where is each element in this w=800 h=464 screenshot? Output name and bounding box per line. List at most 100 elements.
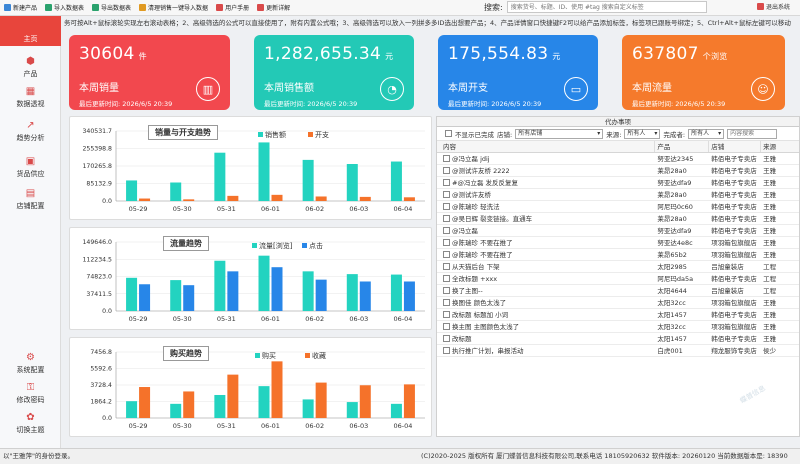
table-row[interactable]: @陈瑞珍 不要在推了 努亚达4e8c 项羽箱包旗舰店 王雅 (437, 237, 799, 249)
row-product: 阿尼玛0c60 (657, 203, 693, 211)
row-checkbox[interactable] (443, 275, 450, 282)
sidebar-item-products[interactable]: ⬢ 产品 (0, 56, 61, 79)
toolbar-button-0[interactable]: 新建产品 (0, 1, 41, 15)
sidebar-item-change-password[interactable]: ⚿ 修改密码 (0, 382, 61, 405)
todo-search-input[interactable] (727, 128, 778, 139)
toolbar-button-1[interactable]: 导入数据表 (41, 1, 88, 15)
toolbar-button-3[interactable]: 清理销售一键导入数据 (135, 1, 212, 15)
table-row[interactable]: #@冯立磊 发反反复复 努亚达dfa9 韩佰电子专卖店 王雅 (437, 177, 799, 189)
logout-button[interactable]: 退出系统 (757, 2, 790, 11)
row-shop: 项羽箱包旗舰店 (711, 323, 757, 331)
column-header-source[interactable]: 来源 (761, 141, 799, 152)
row-product: 莱昂28a0 (657, 167, 687, 175)
table-row[interactable]: 换图佳 颜色太浅了 太阳32cc 项羽箱包旗舰店 王雅 (437, 297, 799, 309)
row-checkbox[interactable] (443, 191, 450, 198)
card-chart-icon: ◔ (380, 77, 404, 101)
row-checkbox[interactable] (443, 179, 450, 186)
bar (214, 394, 226, 418)
bar (315, 279, 327, 311)
bar (227, 195, 239, 201)
x-tick-label: 06-03 (349, 205, 368, 213)
table-row[interactable]: @冯立磊 努亚达dfa9 韩佰电子专卖店 王雅 (437, 225, 799, 237)
column-header-content[interactable]: 内容 (437, 141, 656, 152)
bar (315, 382, 327, 418)
x-tick-label: 06-03 (349, 422, 368, 430)
table-row[interactable]: @测试许友桥 2222 莱昂28a0 韩佰电子专卖店 王雅 (437, 165, 799, 177)
shop-filter-select[interactable]: 所有店铺 ▾ (515, 128, 604, 139)
table-row[interactable]: @测试许友桥 莱昂28a0 韩佰电子专卖店 王雅 (437, 189, 799, 201)
sidebar-item-trends[interactable]: ↗ 趋势分析 (0, 120, 61, 143)
row-checkbox[interactable] (443, 167, 450, 174)
table-row[interactable]: @冯立磊 jdij 努亚达2345 韩佰电子专卖店 王雅 (437, 153, 799, 165)
table-row[interactable]: @陈瑞珍 不要在推了 莱昂65b2 项羽箱包旗舰店 王雅 (437, 249, 799, 261)
row-checkbox[interactable] (443, 287, 450, 294)
toolbar-button-5[interactable]: 更新详解 (253, 1, 294, 15)
legend-swatch (305, 353, 310, 358)
row-checkbox[interactable] (443, 299, 450, 306)
table-row[interactable]: @吴日辉 裂变链接。直通车 莱昂28a0 韩佰电子专卖店 王雅 (437, 213, 799, 225)
y-tick-label: 0.0 (102, 198, 112, 205)
sidebar-item-home[interactable]: ⌂主页 (0, 16, 61, 46)
x-tick-label: 06-02 (305, 205, 324, 213)
weekly-sales-card[interactable]: 30604 件本周销量 最后更新时间: 2026/6/5 20:39 ▥ (69, 35, 230, 110)
finisher-filter-select[interactable]: 所有人 ▾ (688, 128, 725, 139)
row-checkbox[interactable] (443, 347, 450, 354)
row-checkbox[interactable] (443, 263, 450, 270)
row-checkbox[interactable] (443, 311, 450, 318)
bar (359, 196, 371, 201)
row-source: 王雅 (763, 335, 777, 343)
row-content: 换主图 主图颜色太浅了 (452, 322, 520, 331)
sidebar-item-label: 修改密码 (16, 396, 45, 404)
row-checkbox[interactable] (443, 227, 450, 234)
bar (346, 274, 358, 311)
y-tick-label: 112234.5 (82, 256, 112, 263)
table-row[interactable]: 改标题 太阳1457 韩佰电子专卖店 王雅 (437, 333, 799, 345)
row-checkbox[interactable] (443, 203, 450, 210)
row-product: 太阳2985 (657, 263, 687, 271)
table-row[interactable]: 全改标题 +xxx 阿尼玛da5a 韩佰电子专卖店 工程 (437, 273, 799, 285)
row-source: 侯少 (763, 347, 777, 355)
table-row[interactable]: 换主图 主图颜色太浅了 太阳32cc 项羽箱包旗舰店 王雅 (437, 321, 799, 333)
x-tick-label: 06-02 (305, 422, 324, 430)
row-content: @冯立磊 (452, 226, 478, 235)
table-row[interactable]: @陈瑞珍 轻洗法 阿尼玛0c60 韩佰电子专卖店 王雅 (437, 201, 799, 213)
source-filter-select[interactable]: 所有人 ▾ (624, 128, 661, 139)
sidebar-item-system-config[interactable]: ⚙ 系统配置 (0, 352, 61, 375)
sidebar-item-shop-config[interactable]: ▤ 店铺配置 (0, 188, 61, 211)
row-shop: 韩佰电子专卖店 (711, 311, 757, 319)
weekly-traffic-card[interactable]: 637807 个浏览 本周流量 最后更新时间: 2026/6/5 20:39 ☺ (622, 35, 785, 110)
row-checkbox[interactable] (443, 155, 450, 162)
table-row[interactable]: 执行推广计划，串报活动 白虎001 翔龙服饰专卖店 侯少 (437, 345, 799, 357)
y-tick-label: 37411.5 (86, 291, 112, 298)
row-checkbox[interactable] (443, 335, 450, 342)
sidebar-item-switch-theme[interactable]: ✿ 切换主题 (0, 412, 61, 435)
row-checkbox[interactable] (443, 239, 450, 246)
bar (359, 385, 371, 418)
row-checkbox[interactable] (443, 251, 450, 258)
row-checkbox[interactable] (443, 215, 450, 222)
sidebar-item-supply[interactable]: ▣ 货品供应 (0, 156, 61, 179)
pivot-icon: ▦ (25, 86, 36, 97)
card-value: 1,282,655.34 元 (264, 44, 394, 64)
row-shop: 韩佰电子专卖店 (711, 335, 757, 343)
sidebar-item-pivot[interactable]: ▦ 数据透视 (0, 86, 61, 109)
sidebar: ⌂主页 ⬢ 产品 ▦ 数据透视 ↗ 趋势分析 ▣ 货品供应 ▤ 店铺配置 ⚙ 系统配置 ⚿ 修改密码 ✿ 切换主… (0, 16, 61, 448)
table-row[interactable]: 改标题 标题加 小词 太阳1457 韩佰电子专卖店 王雅 (437, 309, 799, 321)
toolbar-button-2[interactable]: 导出数据表 (88, 1, 135, 15)
toolbar-button-4[interactable]: 用户手册 (212, 1, 253, 15)
card-updated: 最后更新时间: 2026/6/5 20:39 (79, 100, 173, 108)
table-row[interactable]: 换了主图-- 太阳4644 吕旭童装店 工程 (437, 285, 799, 297)
sidebar-item-label: 产品 (23, 70, 38, 78)
card-updated: 最后更新时间: 2026/6/5 20:39 (264, 100, 358, 108)
search-input[interactable] (506, 1, 707, 13)
table-row[interactable]: 从天猫后台 下架 太阳2985 吕旭童装店 工程 (437, 261, 799, 273)
weekly-revenue-card[interactable]: 1,282,655.34 元本周销售额 最后更新时间: 2026/6/5 20:39… (254, 35, 414, 110)
column-header-shop[interactable]: 店铺 (709, 141, 762, 152)
row-checkbox[interactable] (443, 323, 450, 330)
weekly-expense-card[interactable]: 175,554.83 元本周开支 最后更新时间: 2026/6/5 20:39 ▭ (438, 35, 598, 110)
hide-done-checkbox[interactable] (445, 130, 452, 137)
legend-label: 开支 (315, 130, 329, 139)
bar (183, 199, 195, 201)
column-header-product[interactable]: 产品 (655, 141, 710, 152)
row-source: 王雅 (763, 239, 777, 247)
